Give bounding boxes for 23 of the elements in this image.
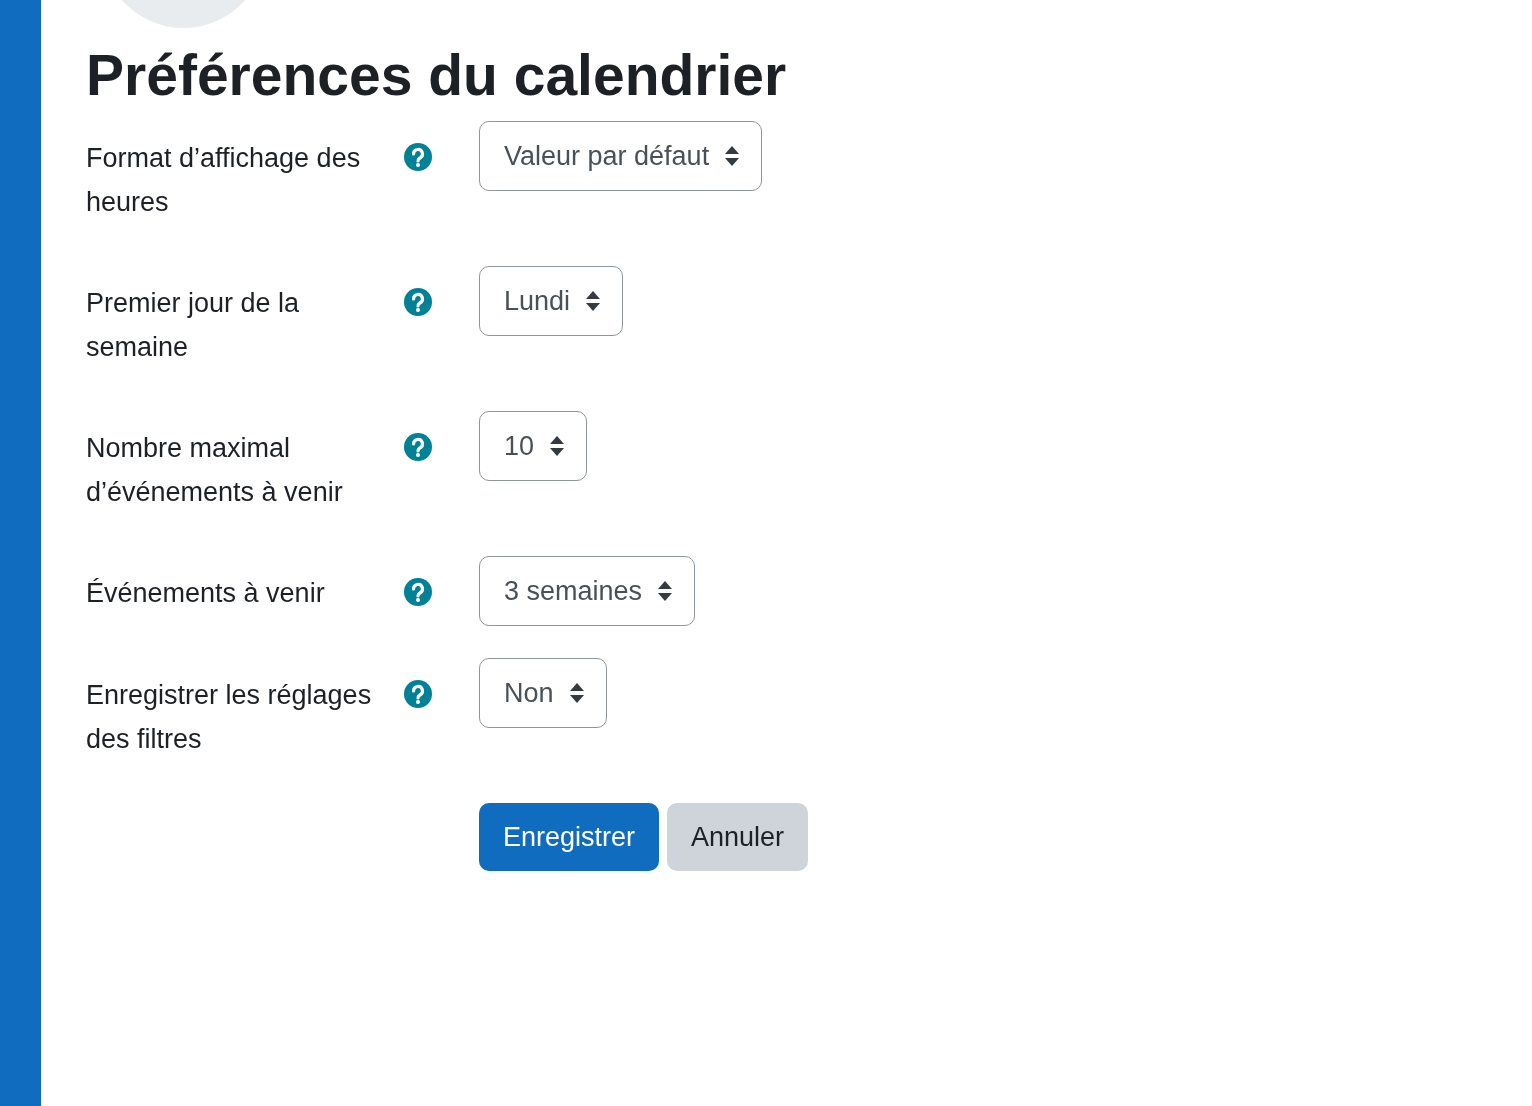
- cancel-button[interactable]: Annuler: [667, 803, 809, 871]
- help-icon[interactable]: [404, 288, 432, 316]
- field-label: Événements à venir: [86, 577, 326, 610]
- help-icon[interactable]: [404, 143, 432, 171]
- field-label: Nombre maximal d’événements à venir: [86, 432, 344, 509]
- save-button[interactable]: Enregistrer: [479, 803, 660, 871]
- select-field[interactable]: Non: [479, 658, 607, 728]
- select-field[interactable]: 3 semaines: [479, 556, 696, 626]
- field-label: Format d’affichage des heures: [86, 142, 362, 219]
- field-label: Premier jour de la semaine: [86, 287, 301, 364]
- help-icon[interactable]: [404, 680, 432, 708]
- sort-caret-icon: [725, 144, 740, 168]
- page-title: Préférences du calendrier: [86, 42, 787, 109]
- field-label: Enregistrer les réglages des filtres: [86, 679, 373, 756]
- select-field[interactable]: 10: [479, 411, 588, 481]
- sort-caret-icon: [586, 289, 601, 313]
- sort-caret-icon: [550, 434, 565, 458]
- select-field[interactable]: Lundi: [479, 266, 624, 336]
- sort-caret-icon: [658, 579, 673, 603]
- help-icon[interactable]: [404, 433, 432, 461]
- help-icon[interactable]: [404, 578, 432, 606]
- sort-caret-icon: [569, 681, 584, 705]
- select-field[interactable]: Valeur par défaut: [479, 121, 763, 191]
